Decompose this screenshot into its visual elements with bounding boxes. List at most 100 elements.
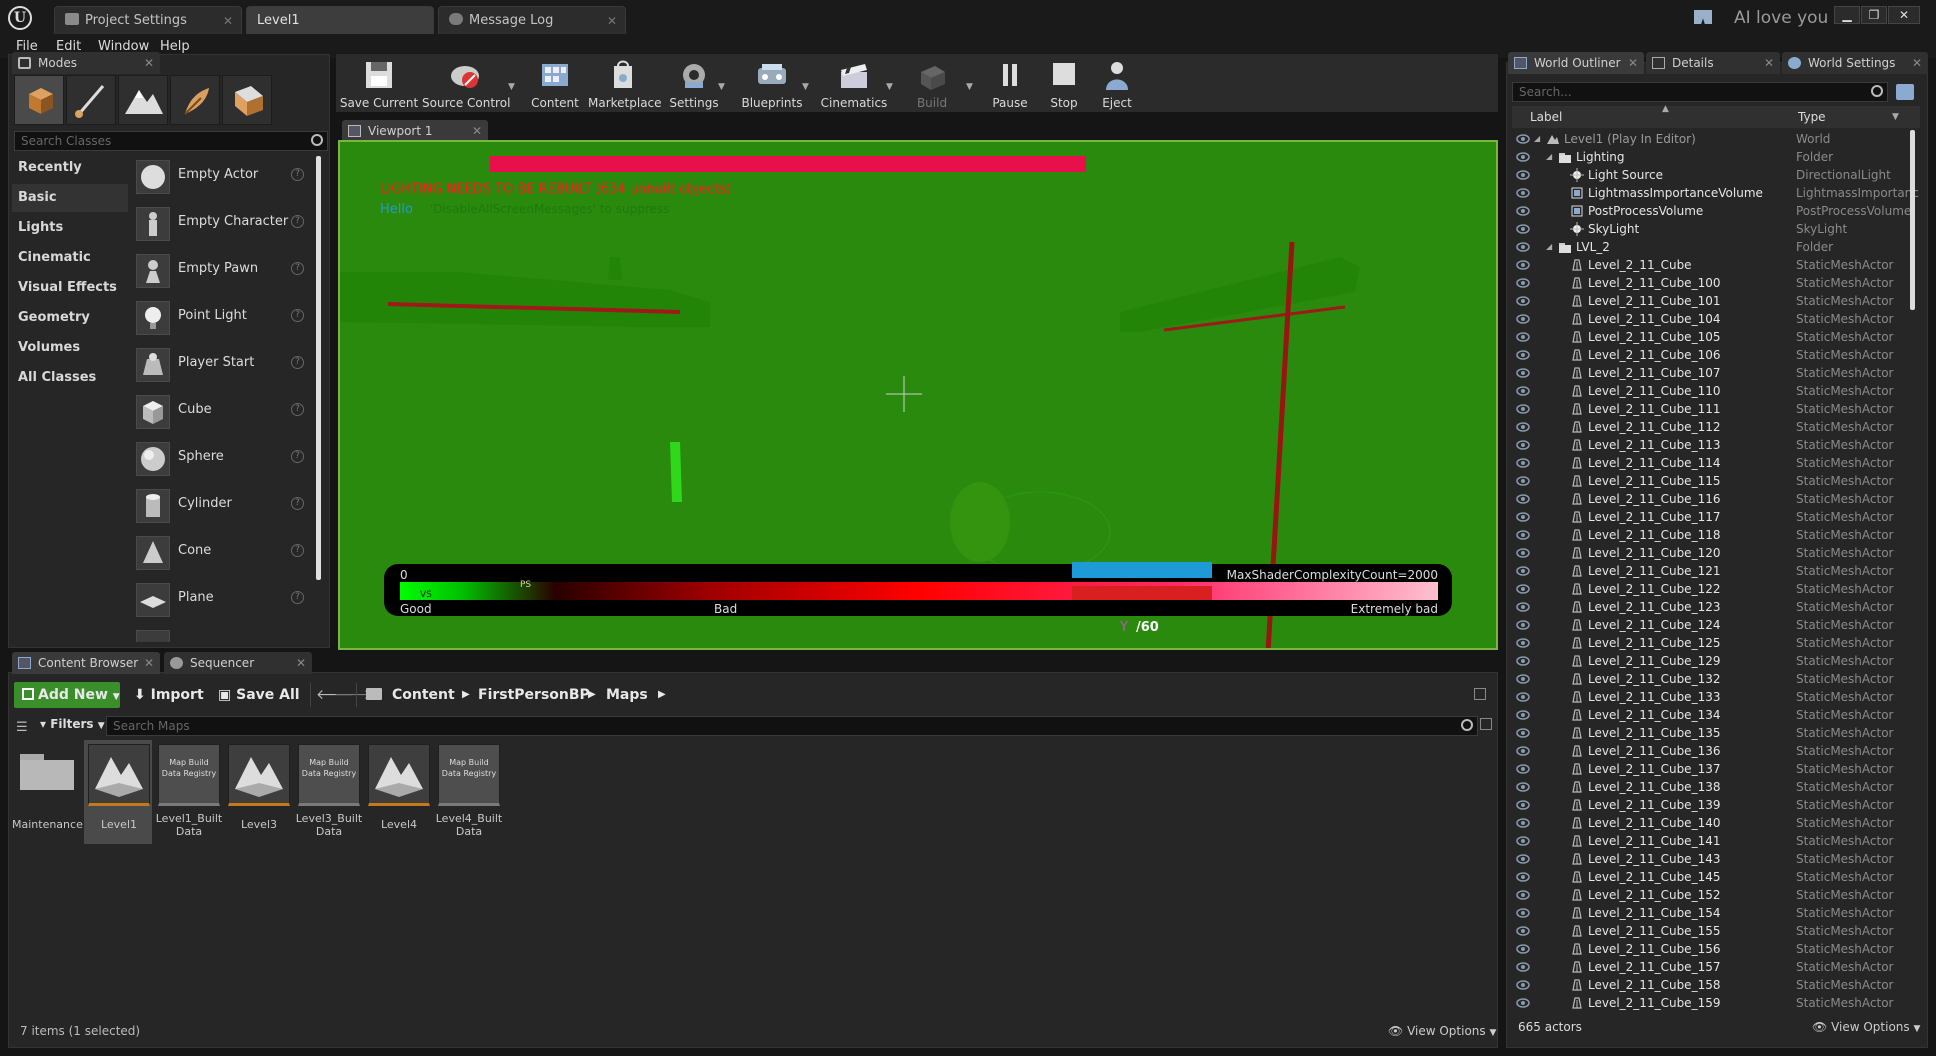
visibility-eye-icon[interactable] xyxy=(1516,422,1530,432)
visibility-eye-icon[interactable] xyxy=(1516,710,1530,720)
category-lights[interactable]: Lights xyxy=(12,214,128,242)
help-icon[interactable]: ? xyxy=(291,450,304,463)
visibility-eye-icon[interactable] xyxy=(1516,368,1530,378)
build-dropdown[interactable]: ▼ xyxy=(966,82,976,92)
help-icon[interactable]: ? xyxy=(291,215,304,228)
tab-viewport-1[interactable]: Viewport 1 ✕ xyxy=(342,120,488,142)
outliner-row[interactable]: Level_2_11_Cube_113 StaticMeshActor xyxy=(1512,436,1920,454)
category-recently-placed[interactable]: Recently Placed xyxy=(12,154,128,203)
outliner-row[interactable]: ◢ Lighting Folder xyxy=(1512,148,1920,166)
visibility-eye-icon[interactable] xyxy=(1516,296,1530,306)
outliner-row[interactable]: Level_2_11_Cube_101 StaticMeshActor xyxy=(1512,292,1920,310)
feedback-icon[interactable] xyxy=(1694,10,1712,24)
outliner-row[interactable]: Level_2_11_Cube_139 StaticMeshActor xyxy=(1512,796,1920,814)
column-type-header[interactable]: Type xyxy=(1798,110,1826,124)
outliner-row[interactable]: Level_2_11_Cube_134 StaticMeshActor xyxy=(1512,706,1920,724)
lock-icon[interactable] xyxy=(1474,688,1486,700)
paint-mode-button[interactable] xyxy=(66,75,116,125)
visibility-eye-icon[interactable] xyxy=(1516,440,1530,450)
visibility-eye-icon[interactable] xyxy=(1516,188,1530,198)
outliner-row[interactable]: Level_2_11_Cube_136 StaticMeshActor xyxy=(1512,742,1920,760)
visibility-eye-icon[interactable] xyxy=(1516,350,1530,360)
outliner-row[interactable]: Light Source DirectionalLight xyxy=(1512,166,1920,184)
outliner-row[interactable]: Level_2_11_Cube_155 StaticMeshActor xyxy=(1512,922,1920,940)
source-control-dropdown[interactable]: ▼ xyxy=(508,82,518,92)
close-icon[interactable]: ✕ xyxy=(1764,52,1774,74)
search-maps-input[interactable]: Search Maps xyxy=(106,716,1478,736)
close-icon[interactable]: ✕ xyxy=(607,7,617,35)
tab-world-outliner[interactable]: World Outliner ✕ xyxy=(1508,52,1644,74)
tab-content-browser[interactable]: Content Browser ✕ xyxy=(12,652,160,674)
column-label-header[interactable]: Label xyxy=(1530,110,1562,124)
visibility-eye-icon[interactable] xyxy=(1516,134,1530,144)
place-item-plane[interactable]: Plane? xyxy=(132,577,312,621)
close-icon[interactable]: ✕ xyxy=(223,7,233,35)
outliner-row[interactable]: Level_2_11_Cube_110 StaticMeshActor xyxy=(1512,382,1920,400)
registry-asset-level4-built-data[interactable]: Map Build Data Registry xyxy=(438,744,500,806)
outliner-row[interactable]: ◢ Level1 (Play In Editor) World xyxy=(1512,130,1920,148)
place-item-cone[interactable]: Cone? xyxy=(132,530,312,574)
close-icon[interactable]: ✕ xyxy=(472,120,482,142)
help-icon[interactable]: ? xyxy=(291,262,304,275)
outliner-row[interactable]: Level_2_11_Cube_135 StaticMeshActor xyxy=(1512,724,1920,742)
place-item-empty-character[interactable]: Empty Character? xyxy=(132,201,312,245)
visibility-eye-icon[interactable] xyxy=(1516,980,1530,990)
save-current-button[interactable]: Save Current xyxy=(338,54,420,112)
visibility-eye-icon[interactable] xyxy=(1516,476,1530,486)
outliner-row[interactable]: Level_2_11_Cube_156 StaticMeshActor xyxy=(1512,940,1920,958)
search-classes-input[interactable]: Search Classes xyxy=(14,131,328,151)
outliner-row[interactable]: Level_2_11_Cube_137 StaticMeshActor xyxy=(1512,760,1920,778)
help-icon[interactable]: ? xyxy=(291,497,304,510)
import-button[interactable]: ⬇ Import xyxy=(134,682,204,708)
outliner-row[interactable]: Level_2_11_Cube_124 StaticMeshActor xyxy=(1512,616,1920,634)
visibility-eye-icon[interactable] xyxy=(1516,674,1530,684)
visibility-eye-icon[interactable] xyxy=(1516,908,1530,918)
eject-button[interactable]: Eject xyxy=(1092,54,1142,112)
visibility-eye-icon[interactable] xyxy=(1516,584,1530,594)
outliner-row[interactable]: Level_2_11_Cube_121 StaticMeshActor xyxy=(1512,562,1920,580)
settings-button[interactable]: Settings xyxy=(664,54,724,112)
geometry-mode-button[interactable] xyxy=(222,75,272,125)
blueprints-dropdown[interactable]: ▼ xyxy=(802,82,812,92)
outliner-view-options-button[interactable]: 👁 View Options ▼ xyxy=(1812,1020,1920,1034)
outliner-row[interactable]: Level_2_11_Cube_143 StaticMeshActor xyxy=(1512,850,1920,868)
save-search-icon[interactable] xyxy=(1480,718,1492,730)
tab-world-settings[interactable]: World Settings ✕ xyxy=(1782,52,1928,74)
outliner-row[interactable]: Level_2_11_Cube_138 StaticMeshActor xyxy=(1512,778,1920,796)
visibility-eye-icon[interactable] xyxy=(1516,278,1530,288)
visibility-eye-icon[interactable] xyxy=(1516,782,1530,792)
map-asset-level3[interactable] xyxy=(228,744,290,806)
outliner-row[interactable]: Level_2_11_Cube_152 StaticMeshActor xyxy=(1512,886,1920,904)
marketplace-button[interactable]: Marketplace xyxy=(588,54,662,112)
category-cinematic[interactable]: Cinematic xyxy=(12,244,128,272)
place-item-cube[interactable]: Cube? xyxy=(132,389,312,433)
close-icon[interactable]: ✕ xyxy=(1912,52,1922,74)
filters-button[interactable]: ▾ Filters ▼ xyxy=(40,717,105,731)
help-icon[interactable]: ? xyxy=(291,403,304,416)
help-icon[interactable]: ? xyxy=(291,356,304,369)
add-filter-icon[interactable] xyxy=(1896,84,1914,100)
help-icon[interactable]: ? xyxy=(291,168,304,181)
map-asset-level1[interactable] xyxy=(88,744,150,806)
place-item-empty-pawn[interactable]: Empty Pawn? xyxy=(132,248,312,292)
category-visual-effects[interactable]: Visual Effects xyxy=(12,274,128,302)
outliner-row[interactable]: Level_2_11_Cube_107 StaticMeshActor xyxy=(1512,364,1920,382)
outliner-row[interactable]: SkyLight SkyLight xyxy=(1512,220,1920,238)
help-icon[interactable]: ? xyxy=(291,309,304,322)
outliner-row[interactable]: Level_2_11_Cube_115 StaticMeshActor xyxy=(1512,472,1920,490)
breadcrumb-firstpersonbp[interactable]: FirstPersonBP xyxy=(478,682,590,708)
visibility-eye-icon[interactable] xyxy=(1516,818,1530,828)
outliner-row[interactable]: Level_2_11_Cube_111 StaticMeshActor xyxy=(1512,400,1920,418)
tab-sequencer[interactable]: Sequencer ✕ xyxy=(164,652,312,674)
outliner-row[interactable]: Level_2_11_Cube_158 StaticMeshActor xyxy=(1512,976,1920,994)
place-item-empty-actor[interactable]: Empty Actor? xyxy=(132,154,312,198)
close-icon[interactable]: ✕ xyxy=(144,52,154,74)
outliner-row[interactable]: Level_2_11_Cube_112 StaticMeshActor xyxy=(1512,418,1920,436)
visibility-eye-icon[interactable] xyxy=(1516,746,1530,756)
help-icon[interactable]: ? xyxy=(291,544,304,557)
visibility-eye-icon[interactable] xyxy=(1516,836,1530,846)
tab-level1[interactable]: Level1 xyxy=(246,6,434,34)
blueprints-button[interactable]: Blueprints xyxy=(736,54,808,112)
visibility-eye-icon[interactable] xyxy=(1516,206,1530,216)
outliner-row[interactable]: Level_2_11_Cube_118 StaticMeshActor xyxy=(1512,526,1920,544)
